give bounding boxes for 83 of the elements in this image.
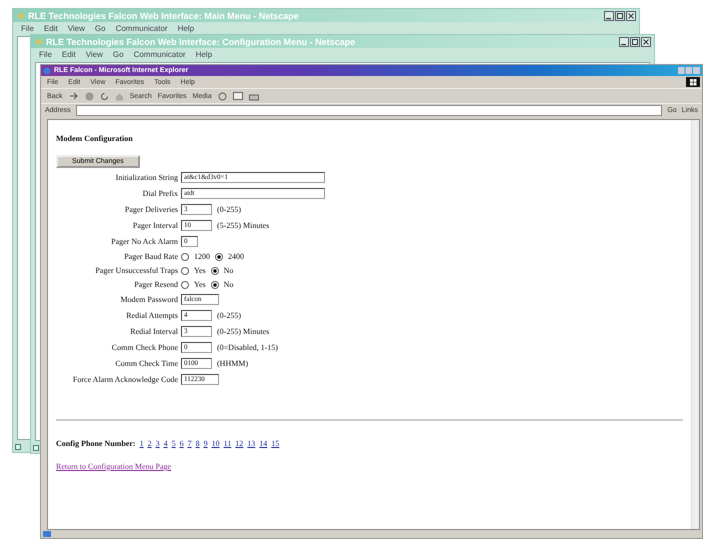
phone-number-link[interactable]: 11 (224, 439, 232, 448)
field-hint: (0-255) Minutes (217, 327, 270, 336)
menu-item[interactable]: Communicator (116, 24, 168, 32)
radio-label: 1200 (194, 252, 210, 261)
minimize-icon[interactable] (619, 36, 629, 46)
field-label: Pager Baud Rate (124, 252, 178, 261)
browser-icon (43, 66, 51, 74)
component-bar-icon[interactable] (15, 444, 21, 450)
menu-item[interactable]: Edit (44, 24, 58, 32)
window-title: RLE Technologies Falcon Web Interface: Configuration Menu - Netscape (46, 36, 356, 46)
phone-number-link[interactable]: 7 (188, 439, 192, 448)
phone-number-link[interactable]: 6 (180, 439, 184, 448)
return-link[interactable]: Return to Configuration Menu Page (56, 462, 172, 471)
field-label: Pager Unsuccessful Traps (95, 266, 178, 275)
scrollbar[interactable] (691, 120, 699, 529)
menu-item[interactable]: File (21, 24, 34, 32)
phone-number-link[interactable]: 2 (148, 439, 152, 448)
page-icon (43, 531, 51, 537)
phone-number-link[interactable]: 12 (235, 439, 244, 448)
radio-label: 2400 (228, 252, 244, 261)
forward-icon[interactable] (68, 92, 79, 100)
print-icon[interactable] (248, 92, 259, 100)
maximize-icon[interactable] (615, 10, 625, 20)
field-label: Pager Resend (134, 280, 178, 289)
radio-label: No (224, 266, 234, 275)
radio-label: Yes (194, 280, 206, 289)
refresh-icon[interactable] (100, 92, 109, 100)
menu-item[interactable]: Help (178, 24, 194, 32)
radio-button[interactable] (215, 252, 223, 260)
radio-button[interactable] (181, 252, 189, 260)
phone-number-link[interactable]: 8 (196, 439, 200, 448)
field-label: Comm Check Phone (112, 343, 178, 352)
field-label: Initialization String (116, 173, 178, 182)
close-icon[interactable] (626, 10, 636, 20)
close-icon[interactable] (641, 36, 651, 46)
page-heading: Modem Configuration (56, 134, 134, 143)
star-icon (16, 10, 26, 20)
star-icon (34, 36, 44, 46)
radio-button[interactable] (210, 266, 219, 274)
field-hint: (0-255) (217, 311, 241, 320)
phone-number-link[interactable]: 14 (259, 439, 268, 448)
field-label: Pager Deliveries (124, 205, 178, 214)
field-label: Dial Prefix (142, 189, 178, 198)
menu-item[interactable]: Go (112, 50, 124, 58)
field-hint: (HHMM) (217, 359, 248, 368)
field-label: Comm Check Time (115, 359, 178, 368)
window-title: RLE Technologies Falcon Web Interface: Main Menu - Netscape (28, 10, 299, 20)
phone-number-link[interactable]: 9 (204, 439, 208, 448)
maximize-icon[interactable] (630, 36, 640, 46)
radio-button[interactable] (210, 280, 219, 288)
phone-number-link[interactable]: 13 (247, 439, 256, 448)
phone-number-link[interactable]: 15 (271, 439, 280, 448)
phone-number-link[interactable]: 1 (140, 439, 144, 448)
field-hint: (0=Disabled, 1-15) (217, 343, 278, 352)
field-label: Redial Attempts (126, 311, 178, 320)
phone-number-link[interactable]: 10 (212, 439, 220, 448)
phone-number-link[interactable]: 3 (156, 439, 160, 448)
field-hint: (0-255) (217, 205, 241, 214)
menu-item[interactable]: View (68, 24, 85, 32)
field-label: Force Alarm Acknowledge Code (72, 375, 178, 384)
history-icon[interactable] (218, 92, 227, 100)
field-hint: (5-255) Minutes (217, 221, 270, 230)
field-label: Pager Interval (132, 221, 178, 230)
minimize-icon[interactable] (604, 10, 614, 20)
phone-number-label: Config Phone Number: (56, 439, 136, 448)
field-label: Pager No Ack Alarm (111, 237, 178, 246)
menu-item[interactable]: View (86, 50, 103, 58)
address-field[interactable] (76, 105, 662, 116)
radio-button[interactable] (181, 266, 189, 274)
field-label: Redial Interval (130, 327, 178, 336)
radio-label: Yes (194, 266, 206, 275)
menu-item[interactable]: Go (94, 24, 106, 32)
radio-label: No (224, 280, 234, 289)
component-bar-icon[interactable] (33, 445, 39, 451)
field-label: Modem Password (120, 295, 178, 304)
menu-item[interactable]: Help (196, 50, 212, 58)
menu-item[interactable]: Communicator (134, 50, 186, 58)
menu-item[interactable]: Edit (62, 50, 76, 58)
phone-number-link[interactable]: 4 (164, 439, 168, 448)
menu-item[interactable]: File (39, 50, 52, 58)
phone-number-link[interactable]: 5 (172, 439, 176, 448)
radio-button[interactable] (181, 280, 189, 288)
mail-icon[interactable] (232, 92, 243, 100)
